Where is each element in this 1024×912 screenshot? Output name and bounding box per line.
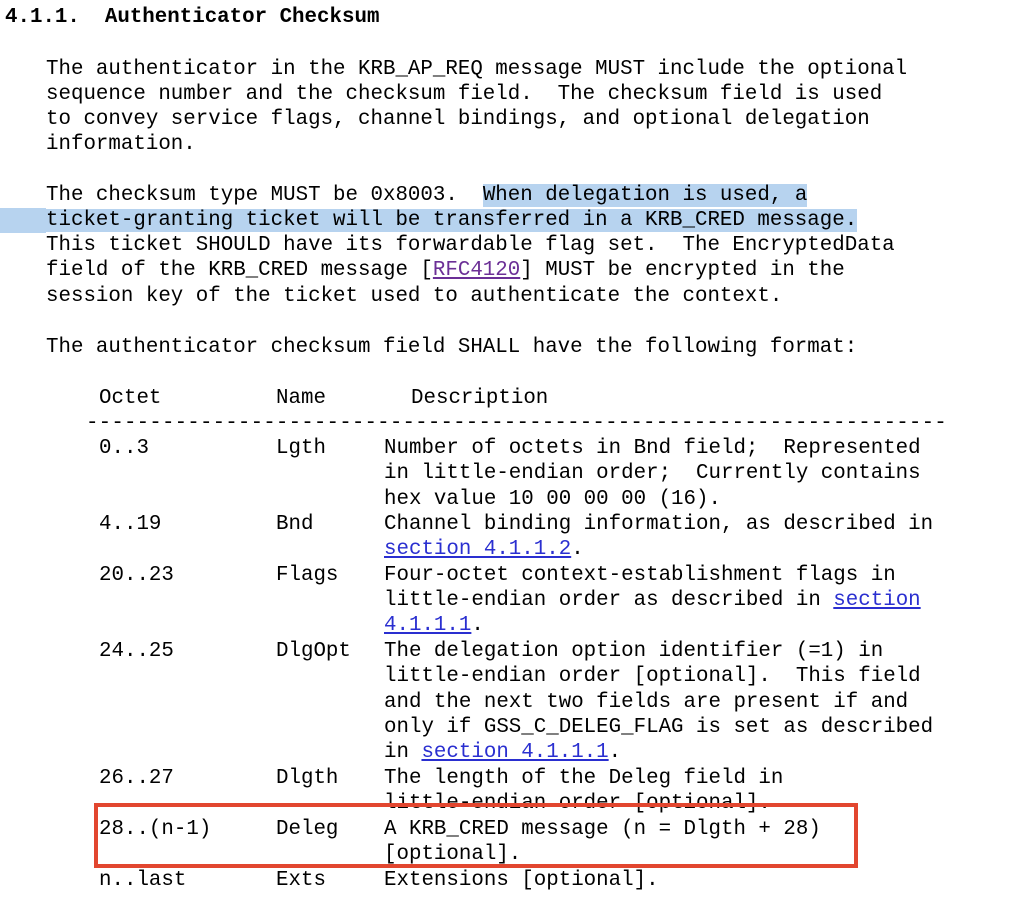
row-desc-3-2: and the next two fields are present if a…	[384, 691, 909, 714]
row-desc-3-4-post: .	[608, 741, 622, 764]
row-desc-3-4-pre: in	[384, 741, 422, 764]
row-octet-2: 20..23	[99, 564, 174, 587]
row-desc-3-3: only if GSS_C_DELEG_FLAG is set as descr…	[384, 716, 934, 739]
row-desc-3-0: The delegation option identifier (=1) in	[384, 640, 884, 663]
para2-line-4-pre: field of the KRB_CRED message [	[46, 259, 433, 282]
selected-text-2[interactable]: ticket-granting ticket will be transferr…	[46, 209, 858, 232]
para1-line-1: The authenticator in the KRB_AP_REQ mess…	[46, 58, 908, 81]
para2-line-1: The checksum type MUST be 0x8003. When d…	[46, 183, 808, 208]
row-octet-6: n..last	[99, 869, 187, 892]
row-desc-4-0: The length of the Deleg field in	[384, 767, 784, 790]
header-description: Description	[411, 387, 549, 410]
row-name-1: Bnd	[276, 513, 314, 536]
row-name-6: Exts	[276, 869, 326, 892]
para2-line-4: field of the KRB_CRED message [RFC4120] …	[46, 258, 845, 283]
row-desc-1-1: section 4.1.1.2.	[384, 537, 584, 562]
row-octet-3: 24..25	[99, 640, 174, 663]
row-name-2: Flags	[276, 564, 339, 587]
section-4-1-1-1-link-b[interactable]: 4.1.1.1	[384, 614, 471, 637]
section-4-1-1-1-link-a[interactable]: section	[833, 589, 920, 612]
section-4-1-1-1-link-c[interactable]: section 4.1.1.1	[421, 741, 608, 764]
row-name-0: Lgth	[276, 437, 326, 460]
para1-line-3: to convey service flags, channel binding…	[46, 108, 870, 131]
para2-line-5: session key of the ticket used to authen…	[46, 285, 783, 308]
para1-line-2: sequence number and the checksum field. …	[46, 83, 883, 106]
row-desc-0-1: in little-endian order; Currently contai…	[384, 462, 921, 485]
row-desc-0-2: hex value 10 00 00 00 (16).	[384, 488, 721, 511]
selected-text-1[interactable]: When delegation is used, a	[482, 184, 808, 207]
row-desc-2-1-pre: little-endian order as described in	[384, 589, 834, 612]
row-name-3: DlgOpt	[276, 640, 351, 663]
section-4-1-1-2-link[interactable]: section 4.1.1.2	[384, 538, 571, 561]
row-desc-6-0: Extensions [optional].	[384, 869, 659, 892]
row-desc-2-2: 4.1.1.1.	[384, 613, 484, 638]
row-octet-4: 26..27	[99, 767, 174, 790]
selection-margin	[0, 208, 46, 233]
para1-line-4: information.	[46, 133, 196, 156]
rfc4120-link[interactable]: RFC4120	[433, 259, 520, 282]
row-desc-3-4: in section 4.1.1.1.	[384, 740, 621, 765]
header-name: Name	[276, 387, 326, 410]
row-octet-0: 0..3	[99, 437, 149, 460]
section-title: Authenticator Checksum	[104, 6, 380, 29]
row-octet-1: 4..19	[99, 513, 162, 536]
row-desc-2-0: Four-octet context-establishment flags i…	[384, 564, 896, 587]
para2-line-4-post: ] MUST be encrypted in the	[520, 259, 845, 282]
row-desc-1-1-post: .	[571, 538, 584, 561]
row-desc-2-2-post: .	[471, 614, 484, 637]
row-desc-3-1: little-endian order [optional]. This fie…	[384, 665, 921, 688]
row-desc-0-0: Number of octets in Bnd field; Represent…	[384, 437, 921, 460]
para3-line: The authenticator checksum field SHALL h…	[46, 336, 858, 359]
row-name-4: Dlgth	[276, 767, 339, 790]
row-desc-2-1: little-endian order as described in sect…	[384, 588, 921, 613]
para2-line-1-text: The checksum type MUST be 0x8003.	[46, 184, 483, 207]
table-rule: ----------------------------------------…	[86, 412, 947, 435]
header-octet: Octet	[99, 387, 162, 410]
para2-line-2: ticket-granting ticket will be transferr…	[46, 208, 858, 233]
section-number: 4.1.1.	[5, 6, 80, 29]
section-heading: 4.1.1. Authenticator Checksum	[5, 5, 379, 30]
para2-line-3: This ticket SHOULD have its forwardable …	[46, 234, 895, 257]
row-desc-1-0: Channel binding information, as describe…	[384, 513, 934, 536]
callout-box	[94, 803, 858, 868]
